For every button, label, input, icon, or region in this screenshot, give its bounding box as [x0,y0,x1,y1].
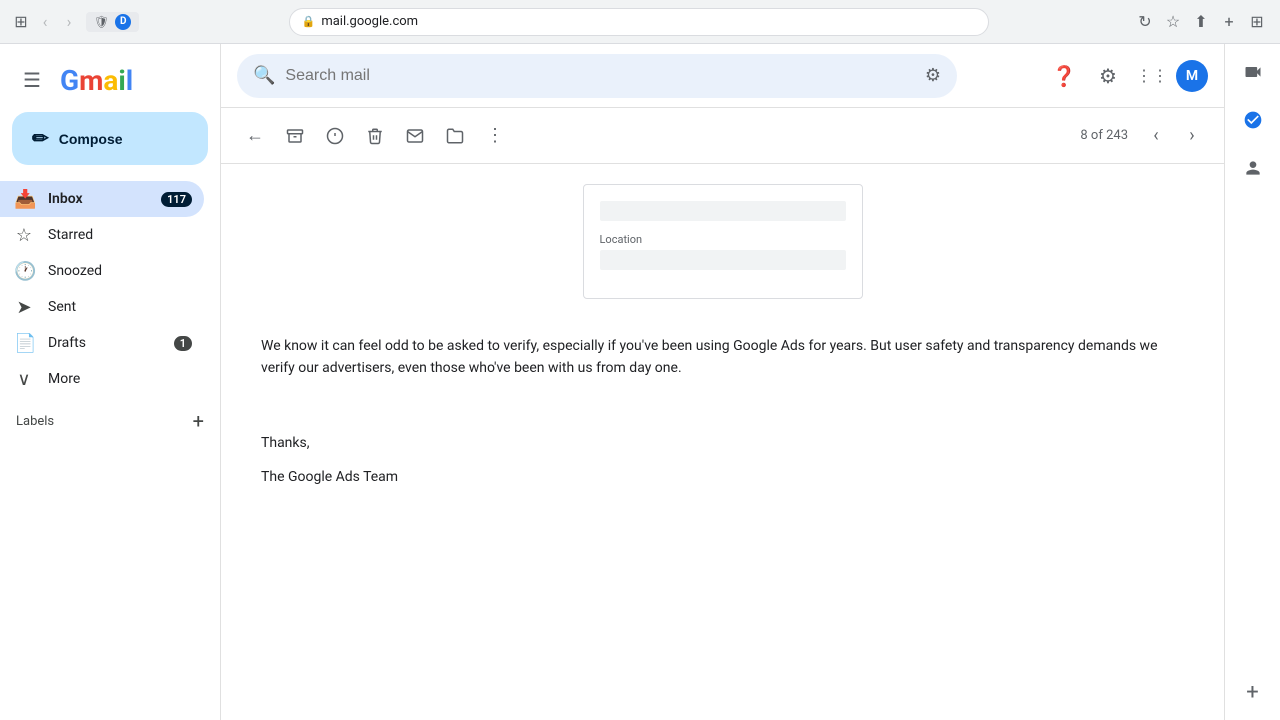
shield-icon: 🛡 [94,15,109,29]
reload-icon[interactable]: ↻ [1134,11,1156,33]
tasks-icon[interactable] [1233,100,1273,140]
contacts-icon[interactable] [1233,148,1273,188]
search-bar[interactable]: 🔍 ⚙ [237,54,957,98]
form-card-top-field [600,201,846,221]
email-view: 🔍 ⚙ ❓ ⚙ ⋮⋮ M ← [220,44,1224,720]
add-label-button[interactable]: + [193,409,204,433]
drafts-label: Drafts [48,335,160,351]
new-tab-icon[interactable]: + [1218,11,1240,33]
drafts-badge: 1 [174,336,192,351]
inbox-label: Inbox [48,191,147,207]
inbox-badge: 117 [161,192,192,207]
form-card-location-label: Location [600,233,846,246]
delete-button[interactable] [357,118,393,154]
snoozed-label: Snoozed [48,263,192,279]
labels-section: Labels + [0,397,220,437]
bookmark-icon[interactable]: ☆ [1162,11,1184,33]
browser-actions: ↻ ☆ ⬆ + ⊞ [1134,11,1268,33]
extensions-area: 🛡 D [86,12,139,32]
inbox-icon: 📥 [14,189,34,210]
extensions-menu-icon[interactable]: ⊞ [1246,11,1268,33]
gmail-search-header: 🔍 ⚙ ❓ ⚙ ⋮⋮ M [221,44,1224,108]
hamburger-menu[interactable]: ☰ [12,60,52,100]
browser-bar: ⊞ ‹ › 🛡 D 🔒 mail.google.com ↻ ☆ ⬆ + ⊞ [0,0,1280,44]
email-paragraph-1: We know it can feel odd to be asked to v… [261,335,1184,380]
apps-icon[interactable]: ⋮⋮ [1132,56,1172,96]
email-body: Location We know it can feel odd to be a… [221,164,1224,720]
right-panel: + [1224,44,1280,720]
back-button[interactable]: ← [237,118,273,154]
archive-button[interactable] [277,118,313,154]
move-to-button[interactable] [437,118,473,154]
email-toolbar: ← ⋮ 8 of 243 ‹ [221,108,1224,164]
url-text: mail.google.com [321,14,418,29]
email-signature: Thanks, The Google Ads Team [261,432,1184,489]
forward-icon[interactable]: › [60,13,78,31]
prev-email-button[interactable]: ‹ [1140,120,1172,152]
snoozed-icon: 🕐 [14,261,34,282]
compose-icon: ✏ [32,126,49,151]
sidebar-item-snoozed[interactable]: 🕐 Snoozed [0,253,204,289]
gmail-header-sidebar: ☰ Gmail [0,52,220,104]
help-icon[interactable]: ❓ [1044,56,1084,96]
address-bar[interactable]: 🔒 mail.google.com [289,8,989,36]
thanks-line: Thanks, [261,432,1184,454]
spam-button[interactable] [317,118,353,154]
labels-title: Labels [16,414,54,429]
more-options-button[interactable]: ⋮ [477,118,513,154]
email-top-image: Location [261,184,1184,299]
gmail-logo-g: Gmail [60,64,133,97]
sidebar-toggle-icon[interactable]: ⊞ [12,13,30,31]
extension-icon: D [115,14,131,30]
email-text-section: We know it can feel odd to be asked to v… [261,319,1184,408]
email-content[interactable]: Location We know it can feel odd to be a… [221,164,1224,720]
search-icon: 🔍 [253,65,275,86]
more-expand-icon: ∨ [14,369,34,390]
add-panel-button[interactable]: + [1233,672,1273,712]
share-icon[interactable]: ⬆ [1190,11,1212,33]
compose-button[interactable]: ✏ Compose [12,112,208,165]
browser-controls: ⊞ ‹ › [12,13,78,31]
lock-icon: 🔒 [302,15,316,28]
form-card-location-input [600,250,846,270]
sent-label: Sent [48,299,192,315]
sender-name: The Google Ads Team [261,466,1184,488]
form-card-location-field: Location [600,233,846,270]
search-input[interactable] [285,67,914,85]
main-area: 🔍 ⚙ ❓ ⚙ ⋮⋮ M ← [220,44,1280,720]
app: ☰ Gmail ✏ Compose 📥 Inbox 117 ☆ Starred … [0,44,1280,720]
sent-icon: ➤ [14,297,34,318]
mark-unread-button[interactable] [397,118,433,154]
drafts-icon: 📄 [14,333,34,354]
next-email-button[interactable]: › [1176,120,1208,152]
header-right: ❓ ⚙ ⋮⋮ M [1044,56,1208,96]
sidebar-item-sent[interactable]: ➤ Sent [0,289,204,325]
sidebar-item-more[interactable]: ∨ More [0,361,204,397]
filter-icon[interactable]: ⚙ [925,65,941,86]
form-card: Location [583,184,863,299]
sidebar-item-starred[interactable]: ☆ Starred [0,217,204,253]
more-label: More [48,371,192,387]
sidebar: ☰ Gmail ✏ Compose 📥 Inbox 117 ☆ Starred … [0,44,220,720]
gmail-logo: Gmail [60,64,133,97]
form-card-top-input [600,201,846,221]
starred-icon: ☆ [14,225,34,246]
pagination-text: 8 of 243 [1080,128,1128,143]
back-icon[interactable]: ‹ [36,13,54,31]
meet-icon[interactable] [1233,52,1273,92]
sidebar-item-inbox[interactable]: 📥 Inbox 117 [0,181,204,217]
sidebar-item-drafts[interactable]: 📄 Drafts 1 [0,325,204,361]
compose-label: Compose [59,131,123,147]
starred-label: Starred [48,227,192,243]
avatar[interactable]: M [1176,60,1208,92]
settings-icon[interactable]: ⚙ [1088,56,1128,96]
